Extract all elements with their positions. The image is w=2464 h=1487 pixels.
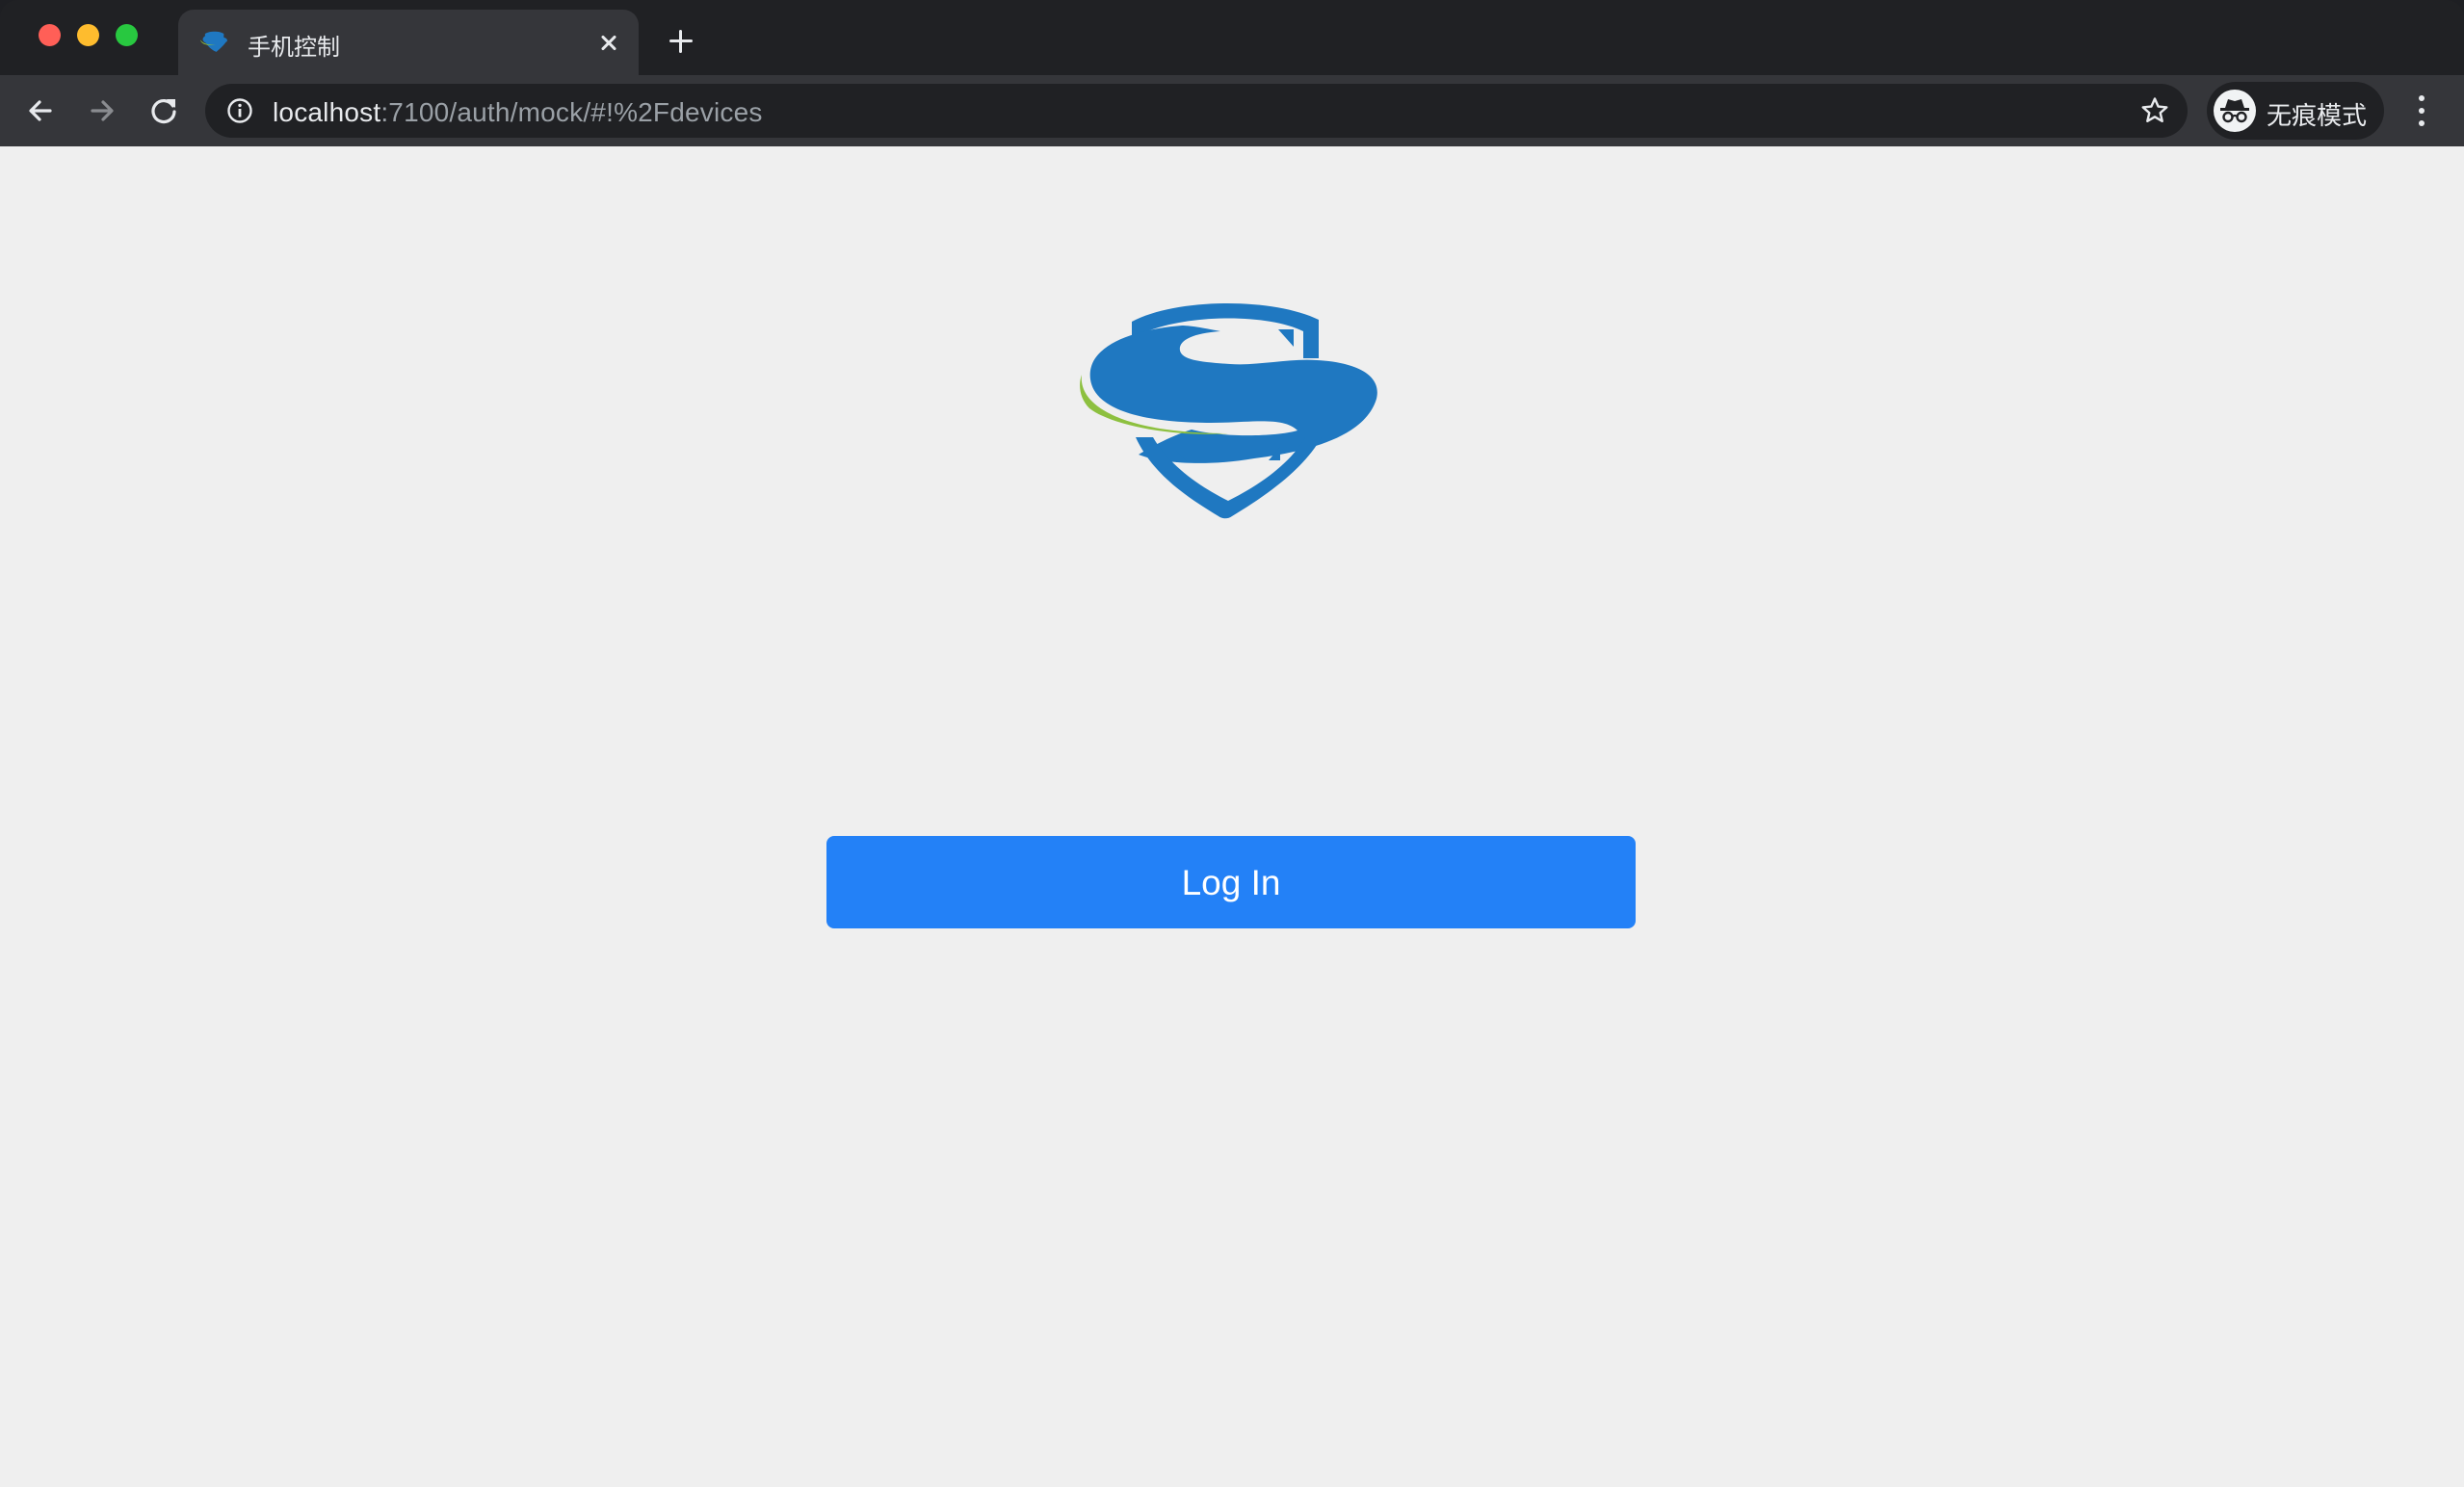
window-maximize-button[interactable] [116, 24, 138, 46]
close-icon[interactable] [592, 26, 625, 59]
star-icon[interactable] [2139, 95, 2170, 126]
incognito-label: 无痕模式 [2267, 101, 2368, 130]
url-path: :7100/auth/mock/#!%2Fdevices [380, 97, 763, 127]
plus-icon[interactable] [665, 25, 697, 58]
window-close-button[interactable] [39, 24, 61, 46]
info-icon[interactable] [226, 97, 253, 124]
tab-title: 手机控制 [248, 35, 340, 61]
address-bar[interactable]: localhost:7100/auth/mock/#!%2Fdevices [205, 84, 2188, 138]
window-minimize-button[interactable] [77, 24, 99, 46]
incognito-profile-button[interactable]: 无痕模式 [2207, 82, 2384, 140]
forward-arrow-icon[interactable] [82, 91, 122, 131]
kebab-menu-icon[interactable] [2408, 91, 2435, 131]
url-text[interactable]: localhost:7100/auth/mock/#!%2Fdevices [273, 97, 763, 128]
back-arrow-icon[interactable] [20, 91, 61, 131]
browser-toolbar: localhost:7100/auth/mock/#!%2Fdevices 无痕… [0, 75, 2464, 146]
login-button[interactable]: Log In [826, 836, 1636, 928]
shield-s-logo [1080, 302, 1377, 519]
incognito-icon [2214, 90, 2256, 132]
reload-icon[interactable] [144, 91, 184, 131]
tab-active[interactable]: 手机控制 [178, 10, 639, 75]
page-content: Log In [0, 146, 2464, 1487]
shield-s-favicon-icon [199, 31, 227, 52]
tab-strip: 手机控制 [0, 0, 2464, 75]
url-host: localhost [273, 97, 381, 127]
browser-window: 手机控制 localhost:7100/auth/mock/#!%2Fdevic… [0, 0, 2464, 1487]
